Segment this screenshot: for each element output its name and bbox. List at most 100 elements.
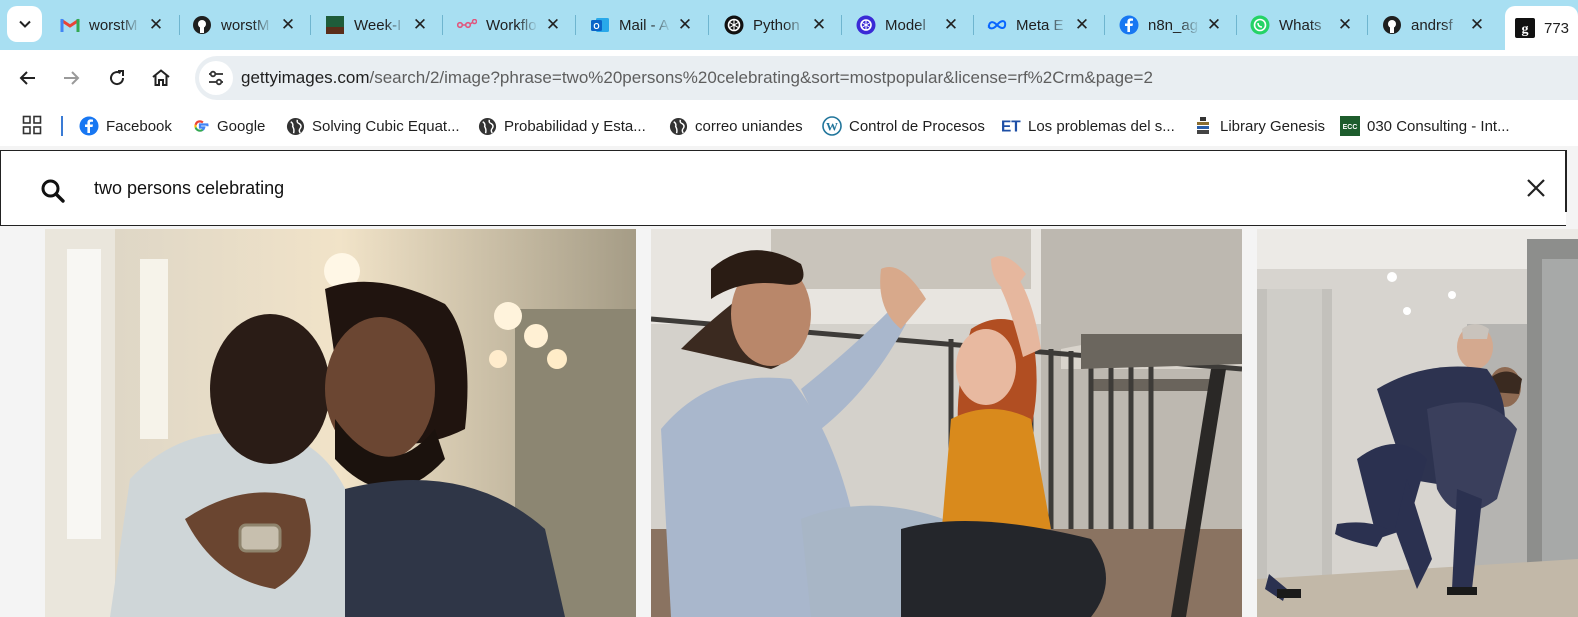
- close-icon[interactable]: ✕: [412, 16, 428, 33]
- bookmark-facebook[interactable]: Facebook: [79, 113, 172, 139]
- tab-divider: [841, 15, 842, 35]
- globe-icon: [668, 116, 688, 136]
- bookmark-control[interactable]: W Control de Procesos: [822, 113, 985, 139]
- image-search-bar: two persons celebrating: [0, 150, 1566, 226]
- svg-text:g: g: [1522, 22, 1529, 37]
- tab-6[interactable]: Python ✕: [724, 8, 827, 42]
- close-icon[interactable]: ✕: [943, 16, 959, 33]
- ecc-icon: ECC: [1340, 116, 1360, 136]
- tab-label: Python: [753, 16, 800, 34]
- home-button[interactable]: [147, 64, 175, 92]
- google-icon: [190, 116, 210, 136]
- back-button[interactable]: [14, 64, 42, 92]
- tab-divider: [310, 15, 311, 35]
- tab-search-button[interactable]: [7, 6, 42, 42]
- close-icon[interactable]: ✕: [1206, 16, 1222, 33]
- tab-3[interactable]: Week-I ✕: [325, 8, 428, 42]
- result-photo: [45, 229, 636, 617]
- url-text[interactable]: gettyimages.com/search/2/image?phrase=tw…: [241, 68, 1153, 88]
- close-icon[interactable]: ✕: [677, 16, 693, 33]
- facebook-icon: [1119, 15, 1139, 35]
- bookmarks-divider: [61, 116, 63, 136]
- meta-icon: [987, 15, 1007, 35]
- tab-label: Week-I: [354, 16, 402, 34]
- et-icon: ET: [1001, 116, 1021, 136]
- close-icon[interactable]: [1523, 175, 1549, 201]
- url-host: gettyimages.com: [241, 68, 370, 87]
- result-image-1[interactable]: [45, 229, 636, 617]
- svg-text:ET: ET: [1001, 118, 1021, 135]
- close-icon[interactable]: ✕: [148, 16, 164, 33]
- bookmark-label: correo uniandes: [695, 117, 803, 135]
- tab-divider: [708, 15, 709, 35]
- result-photo: [651, 229, 1242, 617]
- close-icon[interactable]: ✕: [545, 16, 561, 33]
- apps-grid-icon[interactable]: [22, 115, 42, 135]
- search-input[interactable]: two persons celebrating: [94, 178, 284, 199]
- result-image-2[interactable]: [651, 229, 1242, 617]
- reload-button[interactable]: [103, 64, 131, 92]
- tab-divider: [442, 15, 443, 35]
- chevron-down-icon: [18, 20, 31, 28]
- close-icon[interactable]: ✕: [1337, 16, 1353, 33]
- search-icon[interactable]: [39, 177, 67, 205]
- bookmark-correo[interactable]: correo uniandes: [668, 113, 803, 139]
- tab-10[interactable]: Whats ✕: [1250, 8, 1353, 42]
- tab-label: Model: [885, 16, 926, 34]
- bookmark-label: 030 Consulting - Int...: [1367, 117, 1510, 135]
- result-image-3[interactable]: [1257, 229, 1578, 617]
- tab-11[interactable]: andrsf ✕: [1382, 8, 1485, 42]
- tab-strip: worstM ✕ worstM ✕ Week-I ✕ Workflo ✕ O M…: [0, 0, 1578, 50]
- close-icon[interactable]: ✕: [280, 16, 296, 33]
- arrow-right-icon: [64, 71, 80, 85]
- home-icon: [152, 69, 170, 86]
- arrow-left-icon: [19, 71, 35, 85]
- bookmark-consulting[interactable]: ECC 030 Consulting - Int...: [1340, 113, 1510, 139]
- result-photo: [1257, 229, 1578, 617]
- tab-2[interactable]: worstM ✕: [192, 8, 296, 42]
- bookmarks-bar: Facebook Google Solving Cubic Equat... P…: [0, 106, 1578, 146]
- tab-1[interactable]: worstM ✕: [60, 8, 164, 42]
- tab-9[interactable]: n8n_ag ✕: [1119, 8, 1222, 42]
- forward-button[interactable]: [57, 64, 85, 92]
- tab-divider: [1367, 15, 1368, 35]
- bookmark-cubic[interactable]: Solving Cubic Equat...: [285, 113, 460, 139]
- tab-active[interactable]: g 773: [1505, 6, 1578, 50]
- tab-divider: [973, 15, 974, 35]
- model-icon: [856, 15, 876, 35]
- globe-icon: [285, 116, 305, 136]
- bookmark-label: Solving Cubic Equat...: [312, 117, 460, 135]
- search-bar-edge: [1565, 150, 1567, 212]
- close-icon[interactable]: ✕: [1074, 16, 1090, 33]
- github-icon: [1382, 15, 1402, 35]
- tab-label: Workflo: [486, 16, 537, 34]
- tab-4[interactable]: Workflo ✕: [457, 8, 561, 42]
- close-icon[interactable]: ✕: [811, 16, 827, 33]
- tune-icon: [209, 70, 223, 86]
- tab-label: worstM: [89, 16, 138, 34]
- bookmark-label: Probabilidad y Esta...: [504, 117, 646, 135]
- tab-8[interactable]: Meta E ✕: [987, 8, 1090, 42]
- svg-text:W: W: [826, 120, 838, 134]
- tab-label: Meta E: [1016, 16, 1064, 34]
- address-bar[interactable]: gettyimages.com/search/2/image?phrase=tw…: [195, 56, 1578, 100]
- libgen-icon: [1193, 116, 1213, 136]
- url-path: /search/2/image?phrase=two%20persons%20c…: [369, 68, 1153, 87]
- bookmark-libgen[interactable]: Library Genesis: [1193, 113, 1325, 139]
- tab-5[interactable]: O Mail - A ✕: [590, 8, 693, 42]
- bookmark-label: Control de Procesos: [849, 117, 985, 135]
- bookmark-probabilidad[interactable]: Probabilidad y Esta...: [477, 113, 646, 139]
- tab-7[interactable]: Model ✕: [856, 8, 959, 42]
- svg-text:O: O: [593, 22, 599, 31]
- tab-label: Mail - A: [619, 16, 670, 34]
- workflow-icon: [457, 15, 477, 35]
- facebook-icon: [79, 116, 99, 136]
- close-icon[interactable]: ✕: [1469, 16, 1485, 33]
- svg-text:ECC: ECC: [1343, 124, 1358, 131]
- tab-divider: [1236, 15, 1237, 35]
- bookmark-problemas[interactable]: ET Los problemas del s...: [1001, 113, 1175, 139]
- tab-label: andrsf: [1411, 16, 1453, 34]
- bookmark-google[interactable]: Google: [190, 113, 265, 139]
- whatsapp-icon: [1250, 15, 1270, 35]
- site-info-button[interactable]: [199, 61, 233, 95]
